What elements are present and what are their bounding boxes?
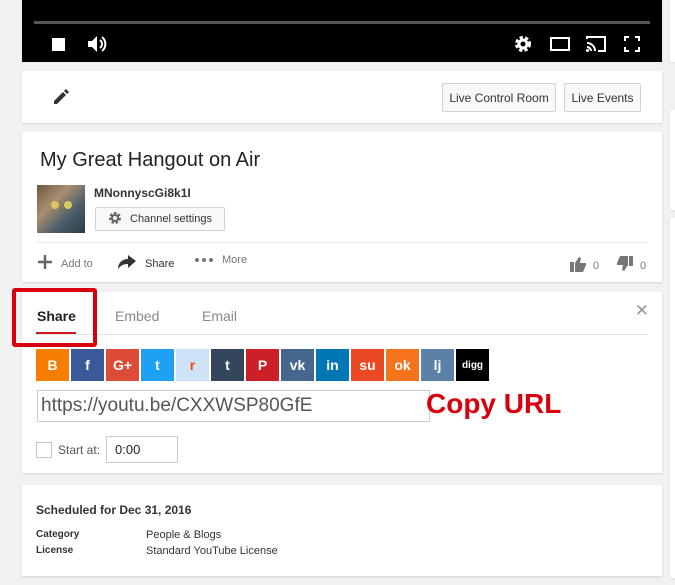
thumbs-up-icon <box>569 255 587 276</box>
facebook-icon[interactable]: f <box>71 349 104 381</box>
thumbs-down-icon <box>616 255 634 276</box>
add-to-button[interactable]: Add to <box>37 254 93 273</box>
share-label: Share <box>145 257 175 270</box>
stumbleupon-icon[interactable]: su <box>351 349 384 381</box>
tab-divider <box>36 334 648 335</box>
twitter-icon[interactable]: t <box>141 349 174 381</box>
channel-settings-button[interactable]: Channel settings <box>95 207 225 231</box>
dislike-button[interactable]: 0 <box>616 255 646 276</box>
start-at-label: Start at: <box>58 442 101 457</box>
livejournal-icon[interactable]: lj <box>421 349 454 381</box>
share-panel: Share Embed Email ✕ Bf G+ t r t Pvk in su ok lj di… <box>12 288 662 473</box>
gear-icon <box>108 211 122 228</box>
progress-bar[interactable] <box>34 21 650 24</box>
like-button[interactable]: 0 <box>569 255 599 276</box>
more-button[interactable]: More <box>194 254 247 266</box>
tab-embed[interactable]: Embed <box>115 308 159 324</box>
channel-name[interactable]: MNonnyscGi8k1I <box>94 186 191 200</box>
divider <box>37 242 647 243</box>
linkedin-icon[interactable]: in <box>316 349 349 381</box>
stop-icon[interactable] <box>50 34 66 54</box>
side-column-edge <box>670 0 675 62</box>
meta-row-license: License Standard YouTube License <box>36 545 278 557</box>
start-at-row: Start at: <box>36 436 179 463</box>
meta-key: License <box>36 545 74 556</box>
pinterest-icon[interactable]: P <box>246 349 279 381</box>
highlight-box <box>12 288 97 347</box>
side-column-edge <box>670 110 675 210</box>
fullscreen-icon[interactable] <box>622 34 642 54</box>
tumblr-icon[interactable]: t <box>211 349 244 381</box>
meta-value[interactable]: People & Blogs <box>146 529 221 541</box>
tab-email[interactable]: Email <box>202 308 237 324</box>
channel-settings-label: Channel settings <box>130 213 212 225</box>
channel-avatar[interactable] <box>37 185 85 233</box>
video-info-card: My Great Hangout on Air MNonnyscGi8k1I C… <box>22 132 662 282</box>
video-title: My Great Hangout on Air <box>40 149 261 171</box>
google-plus-icon[interactable]: G+ <box>106 349 139 381</box>
video-player[interactable] <box>22 0 662 62</box>
side-column-edge <box>670 218 675 578</box>
share-url-input[interactable] <box>37 390 430 422</box>
social-share-icons: Bf G+ t r t Pvk in su ok lj digg <box>36 349 489 381</box>
meta-row-category: Category People & Blogs <box>36 529 221 541</box>
more-label: More <box>222 254 248 266</box>
vk-icon[interactable]: vk <box>281 349 314 381</box>
like-count: 0 <box>593 259 600 272</box>
dislike-count: 0 <box>640 259 647 272</box>
toolbar-card: Live Control Room Live Events <box>22 71 662 123</box>
share-arrow-icon <box>117 254 137 273</box>
start-at-time-input[interactable] <box>106 436 179 463</box>
live-control-room-button[interactable]: Live Control Room <box>442 83 556 112</box>
scheduled-date: Scheduled for Dec 31, 2016 <box>36 503 192 517</box>
plus-icon <box>37 254 53 273</box>
digg-icon[interactable]: digg <box>456 349 489 381</box>
odnoklassniki-icon[interactable]: ok <box>386 349 419 381</box>
meta-key: Category <box>36 529 80 540</box>
live-events-button[interactable]: Live Events <box>564 83 641 112</box>
cast-icon[interactable] <box>584 34 608 54</box>
meta-value: Standard YouTube License <box>146 545 278 557</box>
add-to-label: Add to <box>61 257 93 270</box>
more-dots-icon <box>194 254 214 266</box>
blogger-icon[interactable]: B <box>36 349 69 381</box>
pencil-icon[interactable] <box>52 88 70 111</box>
copy-url-annotation: Copy URL <box>426 388 562 419</box>
volume-icon[interactable] <box>86 34 108 54</box>
video-meta-card: Scheduled for Dec 31, 2016 Category Peop… <box>22 485 662 576</box>
start-at-checkbox[interactable] <box>36 441 52 458</box>
close-icon[interactable]: ✕ <box>635 301 649 321</box>
settings-icon[interactable] <box>513 34 533 54</box>
reddit-icon[interactable]: r <box>176 349 209 381</box>
share-button[interactable]: Share <box>117 254 174 273</box>
theater-mode-icon[interactable] <box>549 34 571 54</box>
